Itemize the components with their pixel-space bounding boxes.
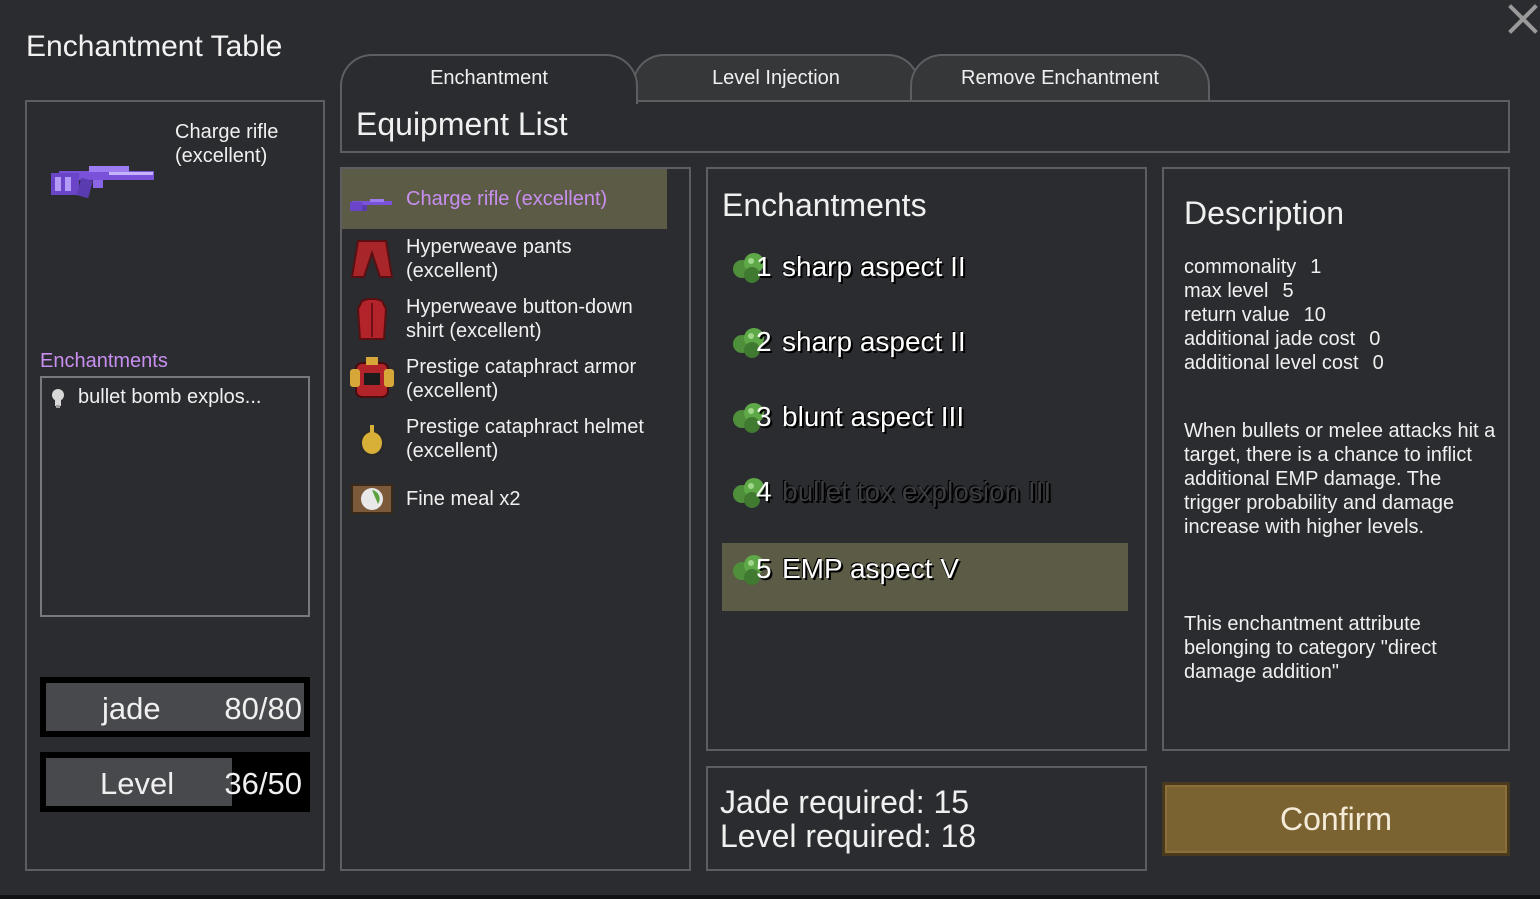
description-category-text: This enchantment attribute belonging to …	[1184, 613, 1437, 683]
enchantment-name: blunt aspect III	[782, 401, 965, 432]
enchantment-option-2[interactable]: 2 sharp aspect II	[722, 316, 1128, 384]
equipment-item-name: Fine meal x2	[406, 488, 521, 510]
enchantment-window: Enchantment Table Charge rifle (excellen…	[0, 0, 1540, 895]
jade-label: jade	[102, 691, 161, 726]
enchantment-number: 5	[756, 553, 772, 584]
selected-item-panel: Charge rifle (excellent) Enchantments bu…	[25, 100, 325, 871]
enchantment-number: 2	[756, 326, 772, 357]
enchantment-number: 4	[756, 476, 772, 507]
armor-icon	[350, 357, 394, 398]
shirt-icon	[356, 298, 388, 340]
enchantment-option-3[interactable]: 3 blunt aspect III	[722, 391, 1128, 459]
description-title: Description	[1184, 195, 1345, 231]
equipment-item-helmet[interactable]: Prestige cataphract helmet (excellent)	[342, 409, 667, 469]
enchantment-number: 3	[756, 401, 772, 432]
charge-rifle-icon	[350, 199, 392, 211]
stat-additional-level-cost: additional level cost 0	[1184, 352, 1384, 374]
enchantment-number: 1	[756, 251, 772, 282]
confirm-button[interactable]: Confirm	[1162, 782, 1510, 856]
window-title: Enchantment Table	[26, 30, 283, 63]
equipment-item-charge-rifle[interactable]: Charge rifle (excellent)	[342, 169, 667, 229]
stat-return-value: return value 10	[1184, 304, 1326, 326]
jade-value: 80/80	[224, 691, 302, 726]
jade-bar: jade 80/80	[40, 677, 310, 737]
equipment-item-name: Prestige cataphract helmet (excellent)	[406, 416, 644, 462]
enchantments-title: Enchantments	[722, 187, 927, 223]
close-icon	[1508, 4, 1538, 34]
equipment-list-title: Equipment List	[356, 106, 568, 142]
close-button[interactable]	[1506, 2, 1540, 36]
enchantment-name: EMP aspect V	[782, 553, 959, 584]
enchantment-name: sharp aspect II	[782, 326, 966, 357]
current-enchantments-label: Enchantments	[40, 350, 168, 372]
equipment-item-name: Hyperweave button-down shirt (excellent)	[406, 296, 633, 342]
tab-remove-enchantment[interactable]: Remove Enchantment	[910, 54, 1210, 102]
equipment-item-pants[interactable]: Hyperweave pants (excellent)	[342, 229, 667, 289]
helmet-icon	[359, 425, 385, 457]
level-bar: Level 36/50	[40, 752, 310, 812]
tab-enchantment[interactable]: Enchantment	[340, 54, 638, 104]
enchantment-option-1[interactable]: 1 sharp aspect II	[722, 241, 1128, 309]
bottom-edge	[0, 895, 1540, 899]
pants-icon	[350, 240, 394, 278]
description-stats: commonality 1 max level 5 return value 10 a…	[1184, 255, 1384, 375]
lightbulb-icon	[52, 388, 64, 408]
meal-icon	[351, 484, 393, 514]
tab-level-injection[interactable]: Level Injection	[632, 54, 920, 102]
equipment-item-name: Prestige cataphract armor (excellent)	[406, 356, 637, 402]
level-value: 36/50	[224, 766, 302, 801]
equipment-list: Charge rifle (excellent) Hyperweave pant…	[340, 167, 691, 871]
current-enchantment-name: bullet bomb explos...	[78, 386, 262, 408]
current-enchantments-list: bullet bomb explos...	[40, 376, 310, 617]
equipment-item-name: Charge rifle (excellent)	[406, 188, 608, 210]
requirements-panel: Jade required: 15 Level required: 18	[706, 766, 1147, 871]
equipment-list-header: Equipment List	[340, 100, 1510, 153]
description-panel: Description commonality 1 max level 5 retu…	[1162, 167, 1510, 751]
stat-commonality: commonality 1	[1184, 256, 1322, 278]
stat-additional-jade-cost: additional jade cost 0	[1184, 328, 1381, 350]
selected-item-name: Charge rifle (excellent)	[175, 121, 279, 167]
equipment-item-meal[interactable]: Fine meal x2	[342, 469, 667, 529]
enchantment-option-5[interactable]: 5 EMP aspect V	[722, 543, 1128, 611]
stat-max-level: max level 5	[1184, 280, 1294, 302]
description-text: When bullets or melee attacks hit a targ…	[1184, 420, 1496, 538]
equipment-item-name: Hyperweave pants (excellent)	[406, 236, 572, 282]
jade-required: Jade required: 15	[720, 784, 970, 820]
enchantments-panel: Enchantments 1 sharp aspect II 2 sharp a…	[706, 167, 1147, 751]
enchantment-option-4[interactable]: 4 bullet tox explosion III	[722, 466, 1128, 534]
current-enchantment-item[interactable]: bullet bomb explos...	[50, 386, 261, 409]
equipment-item-shirt[interactable]: Hyperweave button-down shirt (excellent)	[342, 289, 667, 349]
charge-rifle-icon	[51, 166, 154, 199]
level-label: Level	[100, 766, 175, 801]
enchantment-name: bullet tox explosion III	[782, 476, 1052, 507]
equipment-item-armor[interactable]: Prestige cataphract armor (excellent)	[342, 349, 667, 409]
enchantment-name: sharp aspect II	[782, 251, 966, 282]
level-required: Level required: 18	[720, 818, 977, 854]
